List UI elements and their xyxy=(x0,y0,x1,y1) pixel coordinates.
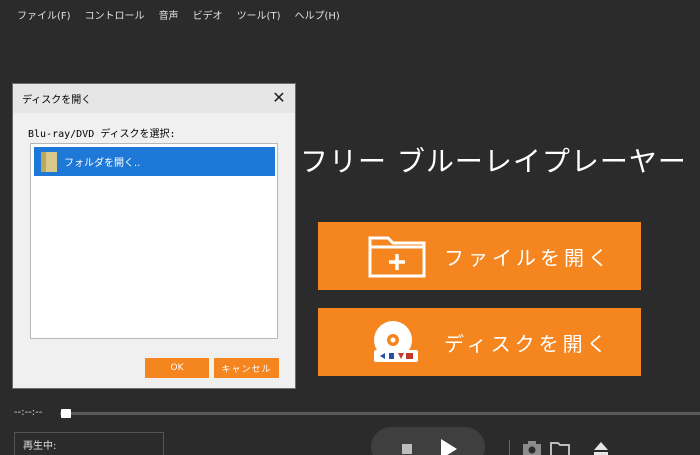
menu-file[interactable]: ファイル(F) xyxy=(10,0,78,28)
menu-bar: ファイル(F) コントロール 音声 ビデオ ツール(T) ヘルプ(H) xyxy=(0,0,700,28)
toolbar-divider xyxy=(509,440,510,455)
playback-controls xyxy=(371,427,485,455)
folder-icon[interactable] xyxy=(550,440,570,455)
dialog-prompt: Blu-ray/DVD ディスクを選択: xyxy=(28,129,176,140)
ok-button[interactable]: OK xyxy=(145,358,209,378)
cancel-button[interactable]: キャンセル xyxy=(214,358,279,378)
menu-help[interactable]: ヘルプ(H) xyxy=(287,0,346,28)
status-box: 再生中: xyxy=(14,432,164,455)
seek-track[interactable] xyxy=(60,412,700,415)
time-display: --:--:-- xyxy=(14,407,43,418)
disc-list[interactable]: フォルダを開く.. xyxy=(30,143,278,339)
stop-icon[interactable] xyxy=(402,444,412,454)
list-item-label: フォルダを開く.. xyxy=(64,158,141,169)
play-icon[interactable] xyxy=(441,439,457,455)
disc-icon xyxy=(366,318,428,366)
open-disc-dialog: ディスクを開く ✕ Blu-ray/DVD ディスクを選択: フォルダを開く..… xyxy=(13,84,295,388)
app-title: フリー ブルーレイプレーヤー xyxy=(300,145,687,178)
menu-audio[interactable]: 音声 xyxy=(152,0,186,28)
seek-thumb[interactable] xyxy=(61,409,71,418)
menu-tools[interactable]: ツール(T) xyxy=(230,0,288,28)
menu-control[interactable]: コントロール xyxy=(78,0,152,28)
folder-icon xyxy=(41,151,57,172)
open-disc-label: ディスクを開く xyxy=(444,331,611,356)
dialog-title: ディスクを開く xyxy=(22,95,92,106)
eject-icon[interactable] xyxy=(592,440,610,455)
open-file-button[interactable]: ファイルを開く xyxy=(318,222,641,290)
list-item[interactable]: フォルダを開く.. xyxy=(34,147,275,176)
camera-icon[interactable] xyxy=(522,440,542,455)
open-disc-button[interactable]: ディスクを開く xyxy=(318,308,641,376)
menu-video[interactable]: ビデオ xyxy=(186,0,230,28)
folder-add-icon xyxy=(366,232,428,280)
dialog-titlebar: ディスクを開く ✕ xyxy=(13,84,295,113)
status-label: 再生中: xyxy=(23,441,57,452)
close-icon[interactable]: ✕ xyxy=(271,90,287,106)
open-file-label: ファイルを開く xyxy=(444,245,612,270)
dialog-body: Blu-ray/DVD ディスクを選択: フォルダを開く.. xyxy=(13,113,295,388)
